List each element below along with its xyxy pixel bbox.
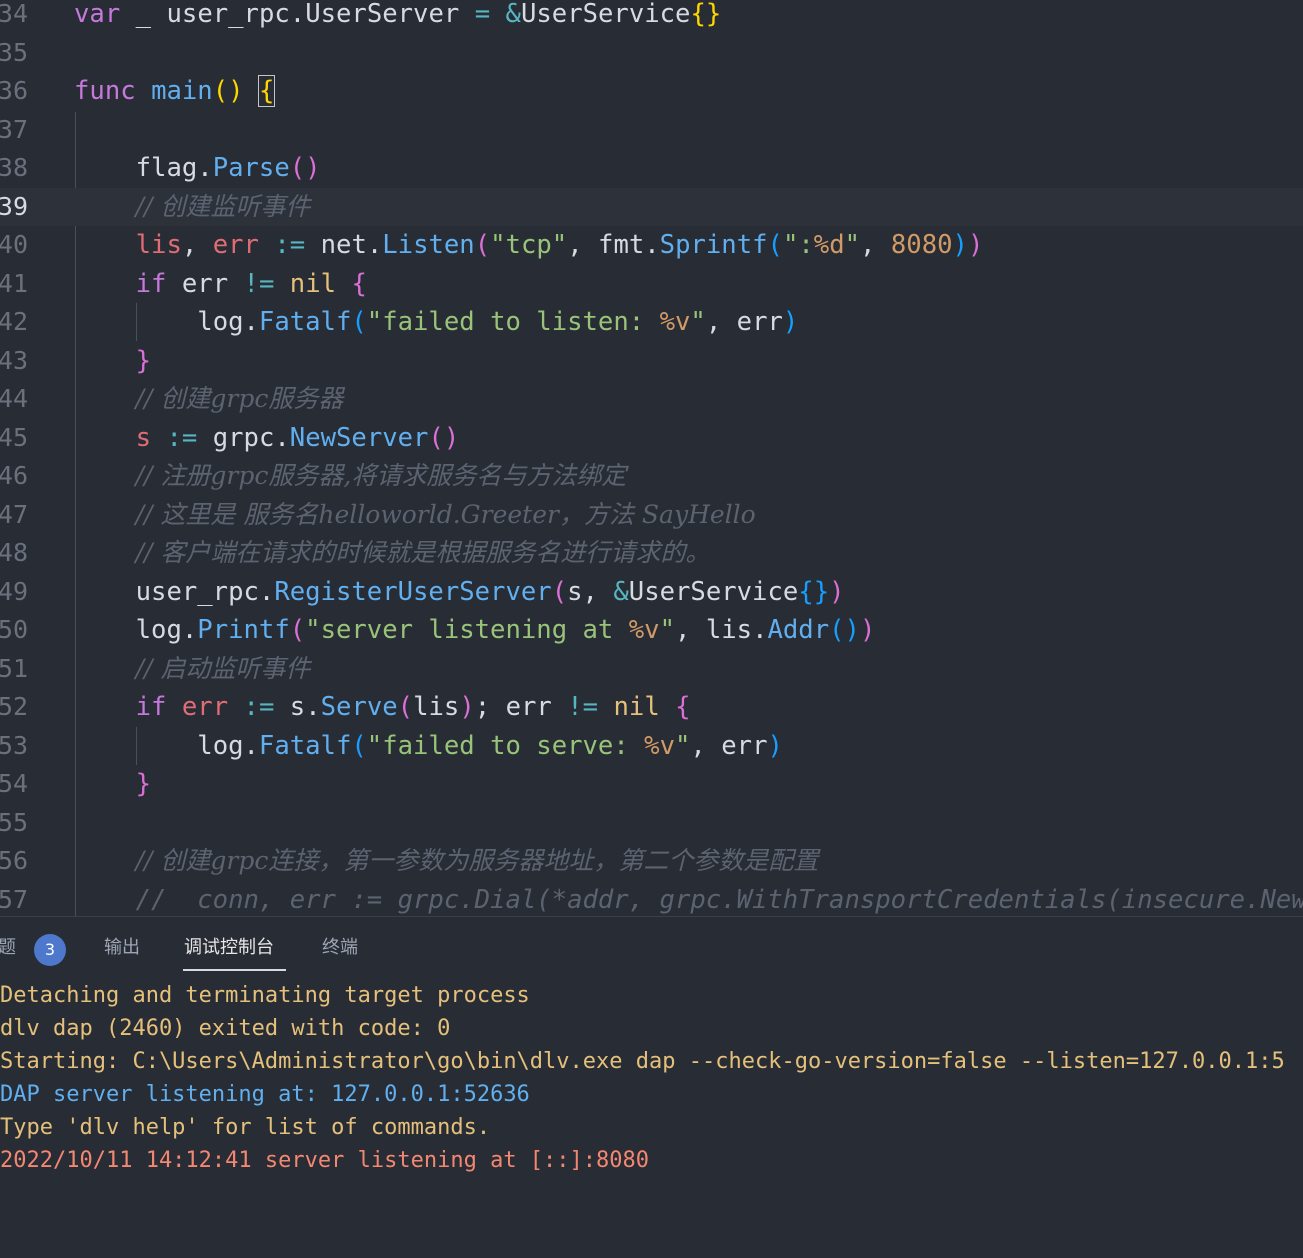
line-number: 53 (0, 730, 28, 760)
line-number: 40 (0, 230, 28, 259)
code-text: lis, err := net.Listen("tcp", fmt.Sprint… (135, 230, 984, 260)
code-text: log.Printf("server listening at %v", lis… (135, 615, 876, 645)
code-line[interactable]: 41 if err != nil { (0, 265, 1303, 304)
line-number: 57 (0, 884, 28, 914)
line-number: 41 (0, 268, 28, 298)
code-line[interactable]: 42 log.Fatalf("failed to listen: %v", er… (0, 303, 1303, 342)
code-line[interactable]: 44 // 创建grpc服务器 (0, 380, 1303, 419)
code-line[interactable]: 45 s := grpc.NewServer() (0, 419, 1303, 458)
console-output-line: Starting: C:\Users\Administrator\go\bin\… (0, 1049, 1285, 1074)
line-number: 54 (0, 769, 28, 798)
code-line[interactable]: 43 } (0, 342, 1303, 381)
line-number: 56 (0, 846, 28, 875)
line-number: 48 (0, 538, 28, 567)
code-line[interactable]: 48 // 客户端在请求的时候就是根据服务名进行请求的。 (0, 534, 1303, 573)
code-line[interactable]: 52 if err := s.Serve(lis); err != nil { (0, 688, 1303, 727)
line-number: 47 (0, 499, 28, 529)
console-output-line: Detaching and terminating target process (0, 983, 530, 1008)
line-number: 39 (0, 191, 28, 221)
code-text: s := grpc.NewServer() (135, 422, 460, 453)
line-number: 55 (0, 807, 28, 837)
code-line[interactable]: 40 lis, err := net.Listen("tcp", fmt.Spr… (0, 226, 1303, 265)
console-output-line: Type 'dlv help' for list of commands. (0, 1115, 491, 1140)
line-number: 38 (0, 153, 28, 182)
code-line[interactable]: 57 // conn, err := grpc.Dial(*addr, grpc… (0, 881, 1303, 917)
code-editor[interactable]: 34 var _ user_rpc.UserServer = &UserServ… (0, 0, 1303, 916)
code-text: if err != nil { (135, 268, 367, 299)
line-number: 43 (0, 345, 28, 375)
code-line[interactable]: 47 // 这里是 服务名helloworld.Greeter，方法 SayHe… (0, 496, 1303, 535)
code-line[interactable]: 34 var _ user_rpc.UserServer = &UserServ… (0, 0, 1303, 34)
code-line[interactable]: 53 log.Fatalf("failed to serve: %v", err… (0, 727, 1303, 766)
code-line[interactable]: 49 user_rpc.RegisterUserServer(s, &UserS… (0, 573, 1303, 612)
console-output-line: dlv dap (2460) exited with code: 0 (0, 1016, 451, 1041)
code-text: // 注册grpc服务器,将请求服务名与方法绑定 (135, 461, 627, 490)
code-text: flag.Parse() (135, 153, 321, 183)
line-number: 37 (0, 114, 28, 144)
code-line[interactable]: 35 (0, 34, 1303, 73)
code-line[interactable]: 54 } (0, 765, 1303, 804)
bottom-panel: 题 3 输出 调试控制台 终端 Detaching and terminatin… (0, 916, 1303, 1258)
line-number: 44 (0, 384, 28, 413)
line-number: 42 (0, 307, 28, 336)
code-text: // 启动监听事件 (135, 653, 311, 683)
tab-problems[interactable]: 题 (0, 935, 16, 961)
line-number: 45 (0, 422, 28, 452)
active-tab-indicator (183, 969, 286, 971)
code-text: // 创建grpc服务器 (135, 384, 344, 413)
line-number: 46 (0, 461, 28, 490)
code-text: user_rpc.RegisterUserServer(s, &UserServ… (135, 576, 845, 607)
code-text: if err := s.Serve(lis); err != nil { (135, 692, 691, 722)
console-output-line: DAP server listening at: 127.0.0.1:52636 (0, 1082, 530, 1107)
code-line[interactable]: 51 // 启动监听事件 (0, 650, 1303, 689)
line-number: 34 (0, 0, 28, 28)
console-output-line: 2022/10/11 14:12:41 server listening at … (0, 1148, 650, 1173)
tab-output[interactable]: 输出 (104, 935, 140, 961)
problems-count-badge: 3 (34, 934, 66, 966)
line-number: 36 (0, 76, 28, 105)
line-number: 49 (0, 576, 28, 606)
code-line[interactable]: 37 (0, 111, 1303, 150)
code-line[interactable]: 50 log.Printf("server listening at %v", … (0, 611, 1303, 650)
code-line[interactable]: 36 func main() { (0, 72, 1303, 111)
line-number: 35 (0, 37, 28, 67)
code-line[interactable]: 46 // 注册grpc服务器,将请求服务名与方法绑定 (0, 457, 1303, 496)
line-number: 51 (0, 653, 28, 683)
code-line[interactable]: 38 flag.Parse() (0, 149, 1303, 188)
code-text: var _ user_rpc.UserServer = &UserService… (74, 0, 722, 29)
code-text: } (135, 769, 152, 799)
code-text: // 创建监听事件 (135, 191, 311, 221)
code-text: } (135, 345, 152, 376)
code-text: // conn, err := grpc.Dial(*addr, grpc.Wi… (135, 884, 1303, 915)
code-line[interactable]: 56 // 创建grpc连接，第一参数为服务器地址，第二个参数是配置 (0, 842, 1303, 881)
code-text: // 创建grpc连接，第一参数为服务器地址，第二个参数是配置 (135, 846, 819, 875)
code-line[interactable]: 55 (0, 804, 1303, 843)
line-number: 52 (0, 692, 28, 721)
code-text: func main() { (74, 75, 276, 107)
code-line-current[interactable]: 39 // 创建监听事件 (0, 187, 1303, 226)
tab-terminal[interactable]: 终端 (322, 935, 358, 961)
code-text: log.Fatalf("failed to serve: %v", err) (197, 730, 783, 761)
line-number: 50 (0, 615, 28, 644)
code-text: log.Fatalf("failed to listen: %v", err) (197, 307, 799, 337)
code-text: // 客户端在请求的时候就是根据服务名进行请求的。 (135, 538, 711, 567)
code-text: // 这里是 服务名helloworld.Greeter，方法 SayHello (135, 499, 756, 529)
tab-debug-console[interactable]: 调试控制台 (184, 935, 274, 961)
